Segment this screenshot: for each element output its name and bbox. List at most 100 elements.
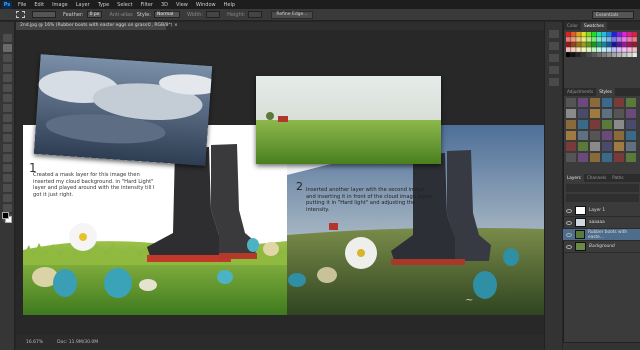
swatch[interactable] [601, 42, 607, 47]
menu-filter[interactable]: Filter [137, 2, 157, 8]
cloud-photo[interactable] [33, 54, 213, 166]
dodge-tool-icon[interactable] [3, 164, 12, 172]
style-preset[interactable] [590, 120, 600, 129]
swatch[interactable] [566, 32, 571, 37]
style-preset[interactable] [626, 153, 636, 162]
style-preset[interactable] [566, 98, 576, 107]
menu-window[interactable]: Window [192, 2, 220, 8]
eraser-tool-icon[interactable] [3, 134, 12, 142]
layer-row[interactable]: Layer 1 [563, 205, 640, 217]
swatch[interactable] [606, 52, 612, 57]
refine-edge-button[interactable]: Refine Edge... [271, 10, 313, 19]
blur-tool-icon[interactable] [3, 154, 12, 162]
swatch[interactable] [617, 47, 622, 52]
style-preset[interactable] [578, 153, 588, 162]
tab-styles[interactable]: Styles [596, 88, 615, 96]
swatch[interactable] [591, 37, 597, 42]
move-tool-icon[interactable] [3, 34, 12, 42]
character-panel-icon[interactable] [549, 42, 559, 50]
swatch[interactable] [606, 42, 612, 47]
swatch[interactable] [596, 52, 602, 57]
swatch[interactable] [611, 42, 617, 47]
style-preset[interactable] [626, 120, 636, 129]
style-preset[interactable] [614, 120, 624, 129]
swatch[interactable] [581, 42, 586, 47]
style-preset[interactable] [614, 142, 624, 151]
width-input[interactable] [206, 11, 221, 18]
style-preset[interactable] [566, 142, 576, 151]
style-preset[interactable] [602, 98, 612, 107]
swatch[interactable] [606, 32, 612, 37]
quick-select-tool-icon[interactable] [3, 64, 12, 72]
swatch[interactable] [632, 32, 637, 37]
menu-image[interactable]: Image [48, 2, 72, 8]
menu-select[interactable]: Select [113, 2, 136, 8]
swatch[interactable] [571, 47, 576, 52]
swatch[interactable] [601, 47, 607, 52]
history-brush-tool-icon[interactable] [3, 124, 12, 132]
pen-tool-icon[interactable] [3, 174, 12, 182]
layer-row-selected[interactable]: Rubber boots with easte... [563, 229, 640, 241]
style-preset[interactable] [614, 131, 624, 140]
menu-3d[interactable]: 3D [157, 2, 172, 8]
style-preset[interactable] [566, 131, 576, 140]
style-preset[interactable] [602, 153, 612, 162]
info-panel-icon[interactable] [549, 78, 559, 86]
clone-stamp-tool-icon[interactable] [3, 114, 12, 122]
path-select-tool-icon[interactable] [3, 194, 12, 202]
selection-mode-icon[interactable] [32, 11, 56, 18]
style-preset[interactable] [578, 120, 588, 129]
style-preset[interactable] [614, 109, 624, 118]
tab-paths[interactable]: Paths [609, 174, 626, 182]
menu-type[interactable]: Type [94, 2, 113, 8]
tab-color[interactable]: Color [564, 22, 581, 30]
swatch[interactable] [611, 52, 617, 57]
swatch[interactable] [591, 47, 597, 52]
eye-icon[interactable] [566, 208, 572, 213]
style-preset[interactable] [590, 131, 600, 140]
type-tool-icon[interactable] [3, 184, 12, 192]
style-preset[interactable] [566, 153, 576, 162]
swatch[interactable] [571, 52, 576, 57]
tab-swatches[interactable]: Swatches [580, 22, 607, 30]
swatch[interactable] [581, 52, 586, 57]
style-preset[interactable] [626, 142, 636, 151]
tab-channels[interactable]: Channels [584, 174, 609, 182]
tab-adjustments[interactable]: Adjustments [564, 88, 596, 96]
style-preset[interactable] [590, 98, 600, 107]
style-preset[interactable] [602, 131, 612, 140]
swatch[interactable] [601, 52, 607, 57]
swatch[interactable] [576, 47, 581, 52]
swatch[interactable] [576, 37, 581, 42]
swatch[interactable] [622, 42, 627, 47]
swatch[interactable] [617, 42, 622, 47]
swatch[interactable] [586, 42, 591, 47]
swatch[interactable] [627, 42, 632, 47]
paragraph-panel-icon[interactable] [549, 54, 559, 62]
style-preset[interactable] [626, 131, 636, 140]
styles-grid[interactable] [566, 98, 638, 168]
swatch[interactable] [617, 32, 622, 37]
swatch[interactable] [632, 37, 637, 42]
swatch[interactable] [571, 32, 576, 37]
document-tab[interactable]: 2nd.jpg @ 16% (Rubber boots with easter … [16, 22, 178, 30]
menu-file[interactable]: File [14, 2, 30, 8]
menu-layer[interactable]: Layer [72, 2, 94, 8]
swatch[interactable] [586, 47, 591, 52]
menu-edit[interactable]: Edit [30, 2, 48, 8]
swatch[interactable] [581, 32, 586, 37]
style-preset[interactable] [578, 109, 588, 118]
tab-layers[interactable]: Layers [564, 174, 584, 182]
swatch[interactable] [632, 52, 637, 57]
swatch[interactable] [622, 32, 627, 37]
swatch[interactable] [581, 37, 586, 42]
swatch[interactable] [627, 32, 632, 37]
feather-input[interactable]: 0 px [86, 11, 103, 18]
style-preset[interactable] [602, 120, 612, 129]
style-preset[interactable] [602, 109, 612, 118]
eye-icon[interactable] [566, 244, 572, 249]
swatch[interactable] [576, 42, 581, 47]
swatch[interactable] [566, 47, 571, 52]
style-preset[interactable] [578, 98, 588, 107]
eye-icon[interactable] [566, 220, 572, 225]
